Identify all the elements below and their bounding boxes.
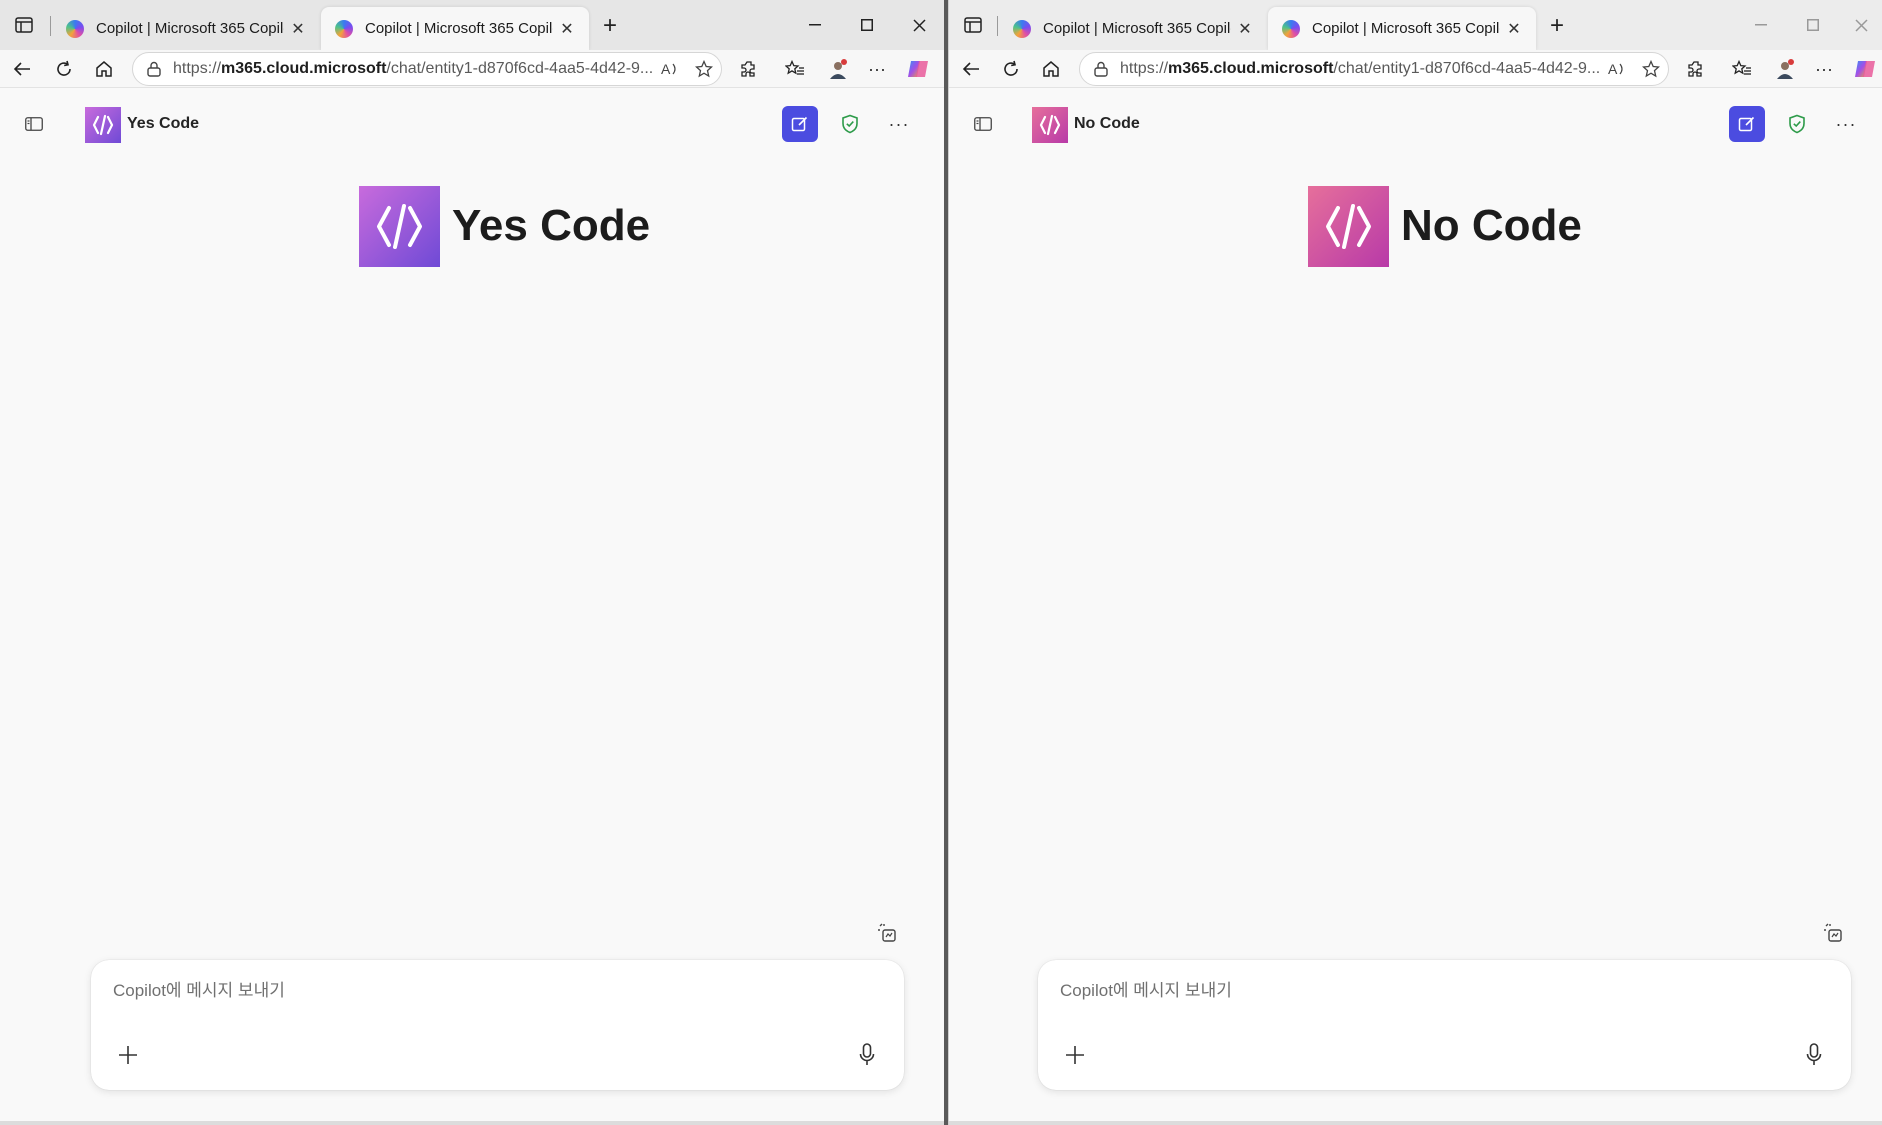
prompt-gallery-icon[interactable] [1818,918,1848,948]
new-tab-icon[interactable]: + [1541,10,1573,42]
back-icon[interactable] [955,53,987,85]
refresh-icon[interactable] [995,53,1027,85]
tab-title: Copilot | Microsoft 365 Copilot [96,20,284,37]
home-icon[interactable] [88,53,120,85]
new-chat-button[interactable] [1729,106,1765,142]
more-options-icon[interactable]: ··· [885,110,913,138]
new-chat-button[interactable] [782,106,818,142]
copilot-favicon-icon [66,19,84,38]
desktop-screen: Copilot | Microsoft 365 Copilot ✕ Copilo… [0,0,1882,1125]
tab-close-icon[interactable]: ✕ [553,15,581,43]
address-toolbar: https://m365.cloud.microsoft/chat/entity… [949,50,1882,88]
refresh-icon[interactable] [48,53,80,85]
close-window-icon[interactable] [1843,8,1879,42]
microphone-icon[interactable] [852,1040,882,1070]
close-window-icon[interactable] [901,8,937,42]
agent-logo-icon [1308,185,1389,267]
tab-strip: Copilot | Microsoft 365 Copilot ✕ Copilo… [949,0,1882,50]
agent-hero: No Code [1308,185,1582,267]
favorites-icon[interactable] [779,53,811,85]
sidebar-toggle-icon[interactable] [20,110,48,138]
agent-name[interactable]: Yes Code [127,115,199,133]
browser-window-right: Copilot | Microsoft 365 Copilot ✕ Copilo… [948,0,1882,1125]
site-info-lock-icon[interactable] [143,58,165,80]
back-icon[interactable] [6,53,38,85]
extensions-icon[interactable] [733,53,765,85]
svg-text:A: A [1608,61,1618,77]
favorite-star-icon[interactable] [687,54,721,84]
profile-avatar-icon[interactable] [1769,53,1801,85]
agent-hero-title: Yes Code [452,201,651,250]
url-text: https://m365.cloud.microsoft/chat/entity… [173,60,653,77]
tab-close-icon[interactable]: ✕ [284,15,312,43]
favorite-star-icon[interactable] [1634,54,1668,84]
maximize-icon[interactable] [849,8,885,42]
tab-title: Copilot | Microsoft 365 Copilot [1043,20,1231,37]
prompt-gallery-icon[interactable] [872,918,902,948]
tab-actions-icon[interactable] [957,10,989,40]
maximize-icon[interactable] [1795,8,1831,42]
copilot-favicon-icon [335,19,353,38]
tab-title: Copilot | Microsoft 365 Copilot [1312,20,1500,37]
settings-more-icon[interactable]: ··· [1808,53,1840,85]
profile-avatar-icon[interactable] [822,53,854,85]
copilot-favicon-icon [1013,19,1031,38]
home-icon[interactable] [1035,53,1067,85]
window-bottom-edge [949,1121,1882,1125]
url-text: https://m365.cloud.microsoft/chat/entity… [1120,60,1600,77]
browser-tab[interactable]: Copilot | Microsoft 365 Copilot ✕ [52,7,320,50]
protection-shield-icon[interactable] [836,110,864,138]
message-input[interactable] [1060,976,1660,1006]
address-bar[interactable]: https://m365.cloud.microsoft/chat/entity… [1079,52,1669,86]
tab-strip: Copilot | Microsoft 365 Copilot ✕ Copilo… [0,0,944,50]
protection-shield-icon[interactable] [1783,110,1811,138]
copilot-sidebar-icon[interactable] [1849,53,1881,85]
more-options-icon[interactable]: ··· [1832,110,1860,138]
minimize-icon[interactable] [1743,8,1779,42]
browser-window-left: Copilot | Microsoft 365 Copilot ✕ Copilo… [0,0,945,1125]
browser-tab-active[interactable]: Copilot | Microsoft 365 Copilot ✕ [1268,7,1536,50]
agent-hero: Yes Code [359,185,651,267]
agent-logo-icon [359,185,440,267]
copilot-header: No Code ··· [949,104,1882,144]
add-attachment-icon[interactable] [1060,1040,1090,1070]
agent-hero-title: No Code [1401,201,1582,250]
read-aloud-icon[interactable]: A [653,54,687,84]
minimize-icon[interactable] [797,8,833,42]
address-bar[interactable]: https://m365.cloud.microsoft/chat/entity… [132,52,722,86]
favorites-icon[interactable] [1726,53,1758,85]
tab-close-icon[interactable]: ✕ [1500,15,1528,43]
settings-more-icon[interactable]: ··· [861,53,893,85]
read-aloud-icon[interactable]: A [1600,54,1634,84]
svg-text:A: A [661,61,671,77]
tab-title: Copilot | Microsoft 365 Copilot [365,20,553,37]
address-toolbar: https://m365.cloud.microsoft/chat/entity… [0,50,944,88]
agent-avatar-icon [85,107,121,143]
copilot-header: Yes Code ··· [0,104,944,144]
agent-avatar-icon [1032,107,1068,143]
message-composer [1038,960,1851,1090]
site-info-lock-icon[interactable] [1090,58,1112,80]
copilot-favicon-icon [1282,19,1300,38]
new-tab-icon[interactable]: + [594,10,626,42]
sidebar-toggle-icon[interactable] [969,110,997,138]
window-bottom-edge [0,1121,944,1125]
extensions-icon[interactable] [1680,53,1712,85]
copilot-sidebar-icon[interactable] [902,53,934,85]
tab-close-icon[interactable]: ✕ [1231,15,1259,43]
message-composer [91,960,904,1090]
tab-actions-icon[interactable] [8,10,40,40]
microphone-icon[interactable] [1799,1040,1829,1070]
browser-tab-active[interactable]: Copilot | Microsoft 365 Copilot ✕ [321,7,589,50]
browser-tab[interactable]: Copilot | Microsoft 365 Copilot ✕ [999,7,1267,50]
agent-name[interactable]: No Code [1074,115,1140,133]
add-attachment-icon[interactable] [113,1040,143,1070]
message-input[interactable] [113,976,713,1006]
